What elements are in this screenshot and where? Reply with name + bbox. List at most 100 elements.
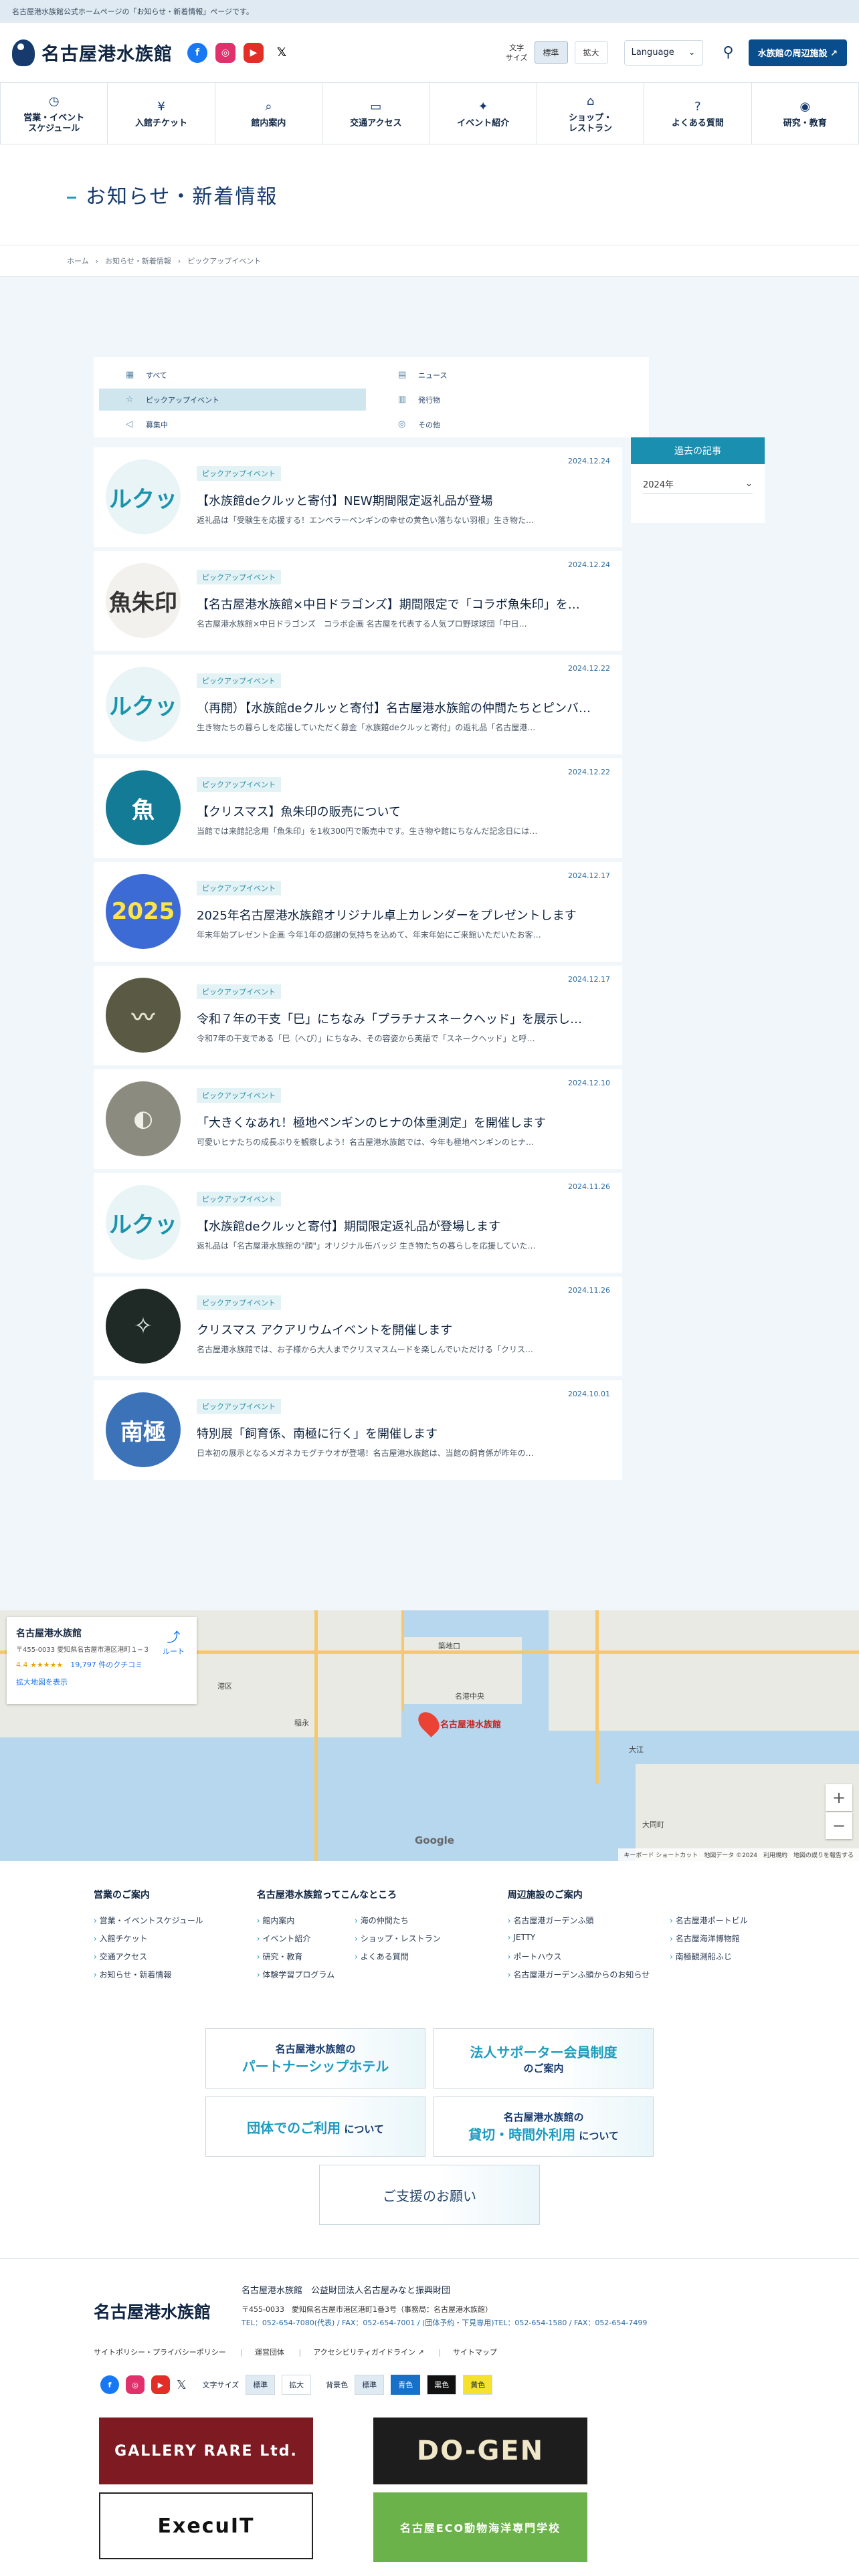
filter-other[interactable]: ◎ その他 [371,413,638,435]
article-title[interactable]: 「大きくなあれ！極地ペンギンのヒナの体重測定」を開催します [197,1113,610,1131]
x-icon[interactable]: 𝕏 [177,2378,187,2392]
site-policy-link[interactable]: サイトポリシー・プライバシーポリシー [94,2347,243,2357]
footer-nav-link[interactable]: 研究・教育 [257,1951,335,1962]
footer-nav-link[interactable]: ショップ・レストラン [355,1933,441,1944]
article-title[interactable]: 令和７年の干支「巳」にちなみ「プラチナスネークヘッド」を展示し… [197,1010,610,1027]
footer-font-large-button[interactable]: 拡大 [282,2375,312,2395]
footer-nav-link[interactable]: 名古屋港ガーデンふ頭 [508,1915,650,1926]
article-card[interactable]: ルクッ ピックアップイベント 【水族館deクルッと寄付】期間限定返礼品が登場します返… [94,1173,622,1277]
footer-nav-link[interactable]: 館内案内 [257,1915,335,1926]
sponsor-gallery-rare[interactable]: GALLERY RARE Ltd. [99,2418,313,2484]
sponsor-do-gen[interactable]: DO-GEN [373,2418,587,2484]
footer-nav-link[interactable]: 交通アクセス [94,1951,203,1962]
gnav-item[interactable]: ⌕ 館内案内 [215,83,323,144]
filter-grid[interactable]: ▦ すべて [99,364,366,386]
filter-row: ☆ ピックアップイベント ▥ 発行物 [99,389,644,411]
article-title[interactable]: （再開）【水族館deクルッと寄付】名古屋港水族館の仲間たちとピンバ… [197,699,610,716]
article-title[interactable]: 【クリスマス】魚朱印の販売について [197,802,610,820]
footer-nav-link[interactable]: 名古屋港ガーデンふ頭からのお知らせ [508,1969,650,1980]
article-title[interactable]: 【名古屋港水族館×中日ドラゴンズ】期間限定で「コラボ魚朱印」を… [197,595,610,613]
article-card[interactable]: 2025 ピックアップイベント 2025年名古屋港水族館オリジナル卓上カレンダーをプ… [94,862,622,966]
group-use-banner[interactable]: 団体でのご利用 について [205,2097,425,2157]
youtube-icon[interactable]: ▶ [244,42,264,63]
organization-link[interactable]: 運営団体 [255,2347,301,2357]
sponsor-execuit[interactable]: ExecuIT [99,2492,313,2559]
gnav-item[interactable]: ? よくある質問 [644,83,752,144]
bg-standard-button[interactable]: 標準 [355,2375,385,2395]
donation-banner[interactable]: ご支援のお願い [319,2165,540,2225]
banner-text: 団体でのご利用 [247,2119,341,2136]
instagram-icon[interactable]: ◎ [126,2375,145,2394]
map-reviews-link[interactable]: 19,797 件のクチコミ [70,1660,142,1669]
bg-yellow-button[interactable]: 黄色 [463,2375,493,2395]
private-rental-banner[interactable]: 名古屋港水族館の 貸切・時間外利用 について [434,2097,654,2157]
footer-nav-list: 営業・イベントスケジュール入館チケット交通アクセスお知らせ・新着情報 [94,1915,203,1980]
facebook-icon[interactable]: f [100,2375,119,2394]
gnav-item[interactable]: ◉ 研究・教育 [752,83,859,144]
partnership-hotel-banner[interactable]: 名古屋港水族館の パートナーシップホテル [205,2028,425,2088]
bg-blue-button[interactable]: 青色 [391,2375,421,2395]
directions-button[interactable]: ⤴ ルート [163,1626,185,1656]
footer-logo[interactable]: 名古屋港水族館 [94,2299,211,2328]
article-title[interactable]: 【水族館deクルッと寄付】NEW期間限定返礼品が登場 [197,492,610,509]
footer-nav-link[interactable]: 南極観測船ふじ [670,1951,748,1962]
footer-nav-link[interactable]: イベント紹介 [257,1933,335,1944]
x-icon[interactable]: 𝕏 [272,42,292,63]
footer-nav-link[interactable]: よくある質問 [355,1951,441,1962]
article-card[interactable]: ルクッ ピックアップイベント 【水族館deクルッと寄付】NEW期間限定返礼品が登場返… [94,447,622,551]
article-card[interactable]: 南極 ピックアップイベント 特別展「飼育係、南極に行く」を開催します 日本初の展示とな… [94,1380,622,1484]
gnav-item[interactable]: ✦ イベント紹介 [430,83,537,144]
search-icon[interactable]: ⚲ [715,39,742,66]
breadcrumb-news[interactable]: お知らせ・新着情報 [105,255,171,266]
sitemap-link[interactable]: サイトマップ [453,2347,509,2357]
article-title[interactable]: 2025年名古屋港水族館オリジナル卓上カレンダーをプレゼントします [197,906,610,924]
footer-nav-link[interactable]: 入館チケット [94,1933,203,1944]
accessibility-link[interactable]: アクセシビリティガイドライン ↗ [313,2347,441,2357]
article-title[interactable]: 特別展「飼育係、南極に行く」を開催します [197,1424,610,1442]
filter-pickup[interactable]: ☆ ピックアップイベント [99,389,366,411]
archive-year-select[interactable]: 2024年 ⌄ [643,475,753,494]
article-title[interactable]: クリスマス アクアリウムイベントを開催します [197,1321,610,1338]
page-header: お知らせ・新着情報 [0,144,859,245]
filter-news[interactable]: ▤ ニュース [371,364,638,386]
article-card[interactable]: ルクッ ピックアップイベント （再開）【水族館deクルッと寄付】名古屋港水族館の仲間… [94,655,622,758]
breadcrumb-home[interactable]: ホーム [67,255,89,266]
facebook-icon[interactable]: f [187,42,207,63]
gnav-item[interactable]: ⌂ ショップ・ レストラン [537,83,645,144]
youtube-icon[interactable]: ▶ [151,2375,170,2394]
zoom-in-button[interactable]: + [826,1784,852,1811]
site-logo[interactable]: 名古屋港水族館 [12,39,173,66]
footer-nav-link[interactable]: お知らせ・新着情報 [94,1969,203,1980]
corporate-supporter-banner[interactable]: 法人サポーター会員制度 のご案内 [434,2028,654,2088]
font-standard-button[interactable]: 標準 [534,41,568,64]
footer-font-standard-button[interactable]: 標準 [246,2375,276,2395]
article-card[interactable]: 〰ピックアップイベント 令和７年の干支「巳」にちなみ「プラチナスネークヘッド」を展… [94,966,622,1069]
map-pin-icon[interactable] [414,1708,444,1737]
zoom-out-button[interactable]: − [826,1812,852,1839]
bg-black-button[interactable]: 黒色 [427,2375,457,2395]
article-card[interactable]: 魚ピックアップイベント 【クリスマス】魚朱印の販売について 当館では来館記念用「魚朱… [94,758,622,862]
footer-nav-link[interactable]: 体験学習プログラム [257,1969,335,1980]
language-select[interactable]: Language ⌄ [624,39,703,66]
footer-nav-link[interactable]: ポートハウス [508,1951,650,1962]
filter-megaphone[interactable]: ◁ 募集中 [99,413,366,435]
font-large-button[interactable]: 拡大 [574,41,608,64]
map-enlarge-link[interactable]: 拡大地図を表示 [16,1677,187,1687]
gnav-item[interactable]: ◷ 営業・イベント スケジュール [0,83,108,144]
instagram-icon[interactable]: ◎ [215,42,235,63]
nearby-facilities-button[interactable]: 水族館の周辺施設 ↗ [748,39,847,66]
footer-nav-link[interactable]: 名古屋港ポートビル [670,1915,748,1926]
footer-nav-link[interactable]: 営業・イベントスケジュール [94,1915,203,1926]
filter-book[interactable]: ▥ 発行物 [371,389,638,411]
article-card[interactable]: ✧ ピックアップイベント クリスマス アクアリウムイベントを開催します 名古屋港水族館… [94,1277,622,1380]
gnav-item[interactable]: ¥ 入館チケット [108,83,215,144]
sponsor-eco-college[interactable]: 名古屋ECO動物海洋専門学校 [373,2492,587,2562]
footer-nav-link[interactable]: 海の仲間たち [355,1915,441,1926]
footer-nav-link[interactable]: 名古屋海洋博物館 [670,1933,748,1944]
article-card[interactable]: 魚朱印 ピックアップイベント 【名古屋港水族館×中日ドラゴンズ】期間限定で「コラボ魚… [94,551,622,655]
google-map[interactable]: 名古屋港水族館 〒455-0033 愛知県名古屋市港区港町１−３ 4.4 ★★★… [0,1610,859,1861]
article-card[interactable]: ◐ ピックアップイベント 「大きくなあれ！極地ペンギンのヒナの体重測定」を開催します… [94,1069,622,1173]
footer-nav-link[interactable]: JETTY [508,1933,650,1944]
article-title[interactable]: 【水族館deクルッと寄付】期間限定返礼品が登場します [197,1217,610,1235]
gnav-item[interactable]: ▭ 交通アクセス [322,83,430,144]
